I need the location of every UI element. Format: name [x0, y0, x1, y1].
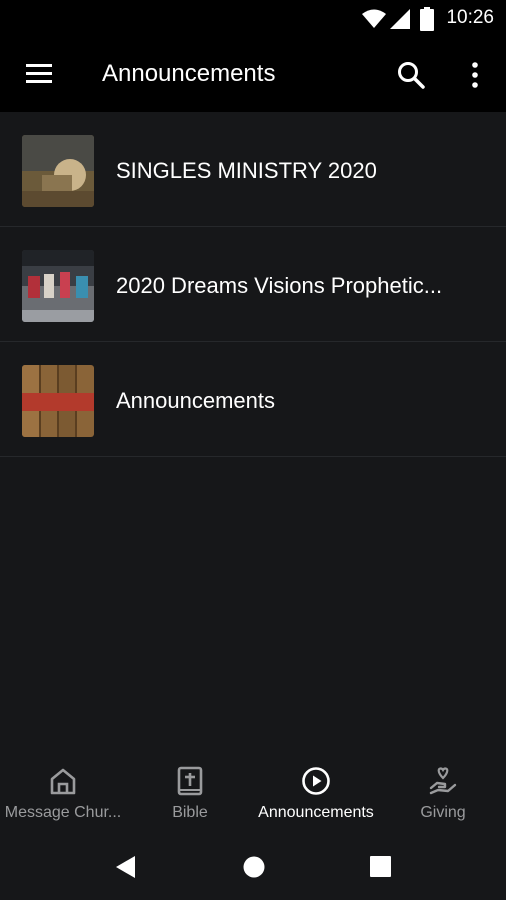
list-item[interactable]: SINGLES MINISTRY 2020 — [0, 112, 506, 227]
list-item-title: SINGLES MINISTRY 2020 — [116, 158, 377, 183]
status-time: 10:26 — [446, 7, 494, 28]
home-icon — [50, 768, 76, 795]
bible-icon — [177, 766, 203, 796]
search-icon[interactable] — [396, 60, 426, 90]
nav-item-label: Giving — [420, 804, 466, 821]
list-item-title: 2020 Dreams Visions Prophetic... — [116, 273, 443, 298]
system-navigation-bar — [0, 836, 506, 900]
wifi-icon — [362, 9, 386, 28]
list-item[interactable]: Announcements — [0, 342, 506, 457]
play-circle-icon — [302, 767, 330, 795]
nav-item-announcements[interactable]: Announcements — [253, 752, 379, 836]
list-item-title: Announcements — [116, 388, 275, 413]
giving-hand-icon — [429, 767, 457, 795]
list-item[interactable]: 2020 Dreams Visions Prophetic... — [0, 227, 506, 342]
back-icon[interactable] — [113, 854, 139, 880]
nav-item-message-church[interactable]: Message Chur... — [0, 752, 126, 836]
announcements-list: SINGLES MINISTRY 2020 2020 Dreams Vision… — [0, 112, 506, 457]
battery-icon — [420, 7, 434, 31]
thumbnail-image — [22, 135, 94, 207]
thumbnail-image — [22, 365, 94, 437]
nav-item-label: Bible — [172, 804, 208, 821]
app-bar: Announcements — [0, 36, 506, 112]
nav-item-giving[interactable]: Giving — [380, 752, 506, 836]
nav-item-label: Message Chur... — [4, 804, 122, 821]
status-bar: 10:26 — [0, 0, 506, 36]
nav-item-bible[interactable]: Bible — [127, 752, 253, 836]
page-title: Announcements — [102, 60, 276, 87]
menu-icon[interactable] — [24, 60, 56, 88]
home-button-icon[interactable] — [242, 854, 266, 880]
more-options-icon[interactable] — [468, 60, 482, 90]
recents-icon[interactable] — [369, 854, 393, 880]
nav-item-label: Announcements — [258, 804, 374, 821]
cellular-signal-icon — [390, 9, 410, 29]
bottom-navigation: Message Chur... Bible Announcements Givi… — [0, 752, 506, 836]
thumbnail-image — [22, 250, 94, 322]
